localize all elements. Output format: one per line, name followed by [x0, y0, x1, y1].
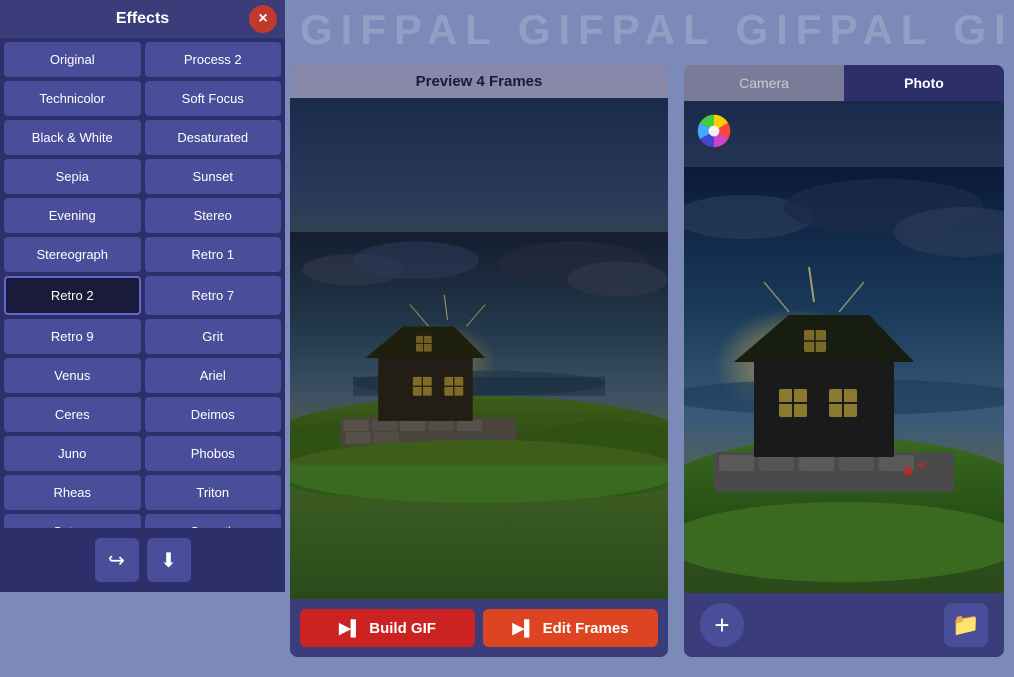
tab-camera[interactable]: Camera: [684, 65, 844, 101]
edit-frames-button[interactable]: ▶▌ Edit Frames: [483, 609, 658, 647]
open-folder-button[interactable]: 📁: [944, 603, 988, 647]
watermark-text: GIFPAL GIFPAL GIFPAL GIFPAL GIFPAL: [300, 6, 1014, 54]
effect-btn-retro9[interactable]: Retro 9: [4, 319, 141, 354]
effect-btn-technicolor[interactable]: Technicolor: [4, 81, 141, 116]
effect-btn-rheas[interactable]: Rheas: [4, 475, 141, 510]
effect-btn-original[interactable]: Original: [4, 42, 141, 77]
photo-footer: + 📁: [684, 593, 1004, 657]
folder-icon: 📁: [952, 612, 979, 638]
build-gif-button[interactable]: ▶▌ Build GIF: [300, 609, 475, 647]
effect-btn-retro2[interactable]: Retro 2: [4, 276, 141, 315]
effects-grid: OriginalProcess 2TechnicolorSoft FocusBl…: [0, 38, 285, 528]
effect-btn-stereo[interactable]: Stereo: [145, 198, 282, 233]
build-gif-label: Build GIF: [369, 620, 436, 637]
effects-panel: Effects × OriginalProcess 2TechnicolorSo…: [0, 0, 285, 592]
effect-btn-triton[interactable]: Triton: [145, 475, 282, 510]
preview-image: [290, 98, 668, 599]
close-button[interactable]: ×: [249, 5, 277, 33]
effect-btn-ariel[interactable]: Ariel: [145, 358, 282, 393]
effect-btn-process2[interactable]: Process 2: [145, 42, 282, 77]
effect-btn-stereograph[interactable]: Stereograph: [4, 237, 141, 272]
effects-title: Effects: [116, 10, 169, 27]
tab-photo[interactable]: Photo: [844, 65, 1004, 101]
share-button[interactable]: ↪: [95, 538, 139, 582]
photo-image: [684, 101, 1004, 593]
watermark: GIFPAL GIFPAL GIFPAL GIFPAL GIFPAL: [280, 0, 1014, 60]
effect-btn-retro7[interactable]: Retro 7: [145, 276, 282, 315]
effect-btn-ceres[interactable]: Ceres: [4, 397, 141, 432]
download-button[interactable]: ⬇: [147, 538, 191, 582]
effect-btn-retro1[interactable]: Retro 1: [145, 237, 282, 272]
effects-header: Effects ×: [0, 0, 285, 38]
main-content: Preview 4 Frames: [290, 65, 1004, 657]
photo-panel: Camera Photo: [684, 65, 1004, 657]
edit-frames-label: Edit Frames: [543, 620, 629, 637]
add-icon: +: [714, 610, 729, 641]
effect-btn-juno[interactable]: Juno: [4, 436, 141, 471]
preview-scene-svg: [290, 98, 668, 599]
effect-btn-saturn[interactable]: Saturn: [4, 514, 141, 528]
effect-btn-phobos[interactable]: Phobos: [145, 436, 282, 471]
preview-panel: Preview 4 Frames: [290, 65, 668, 657]
effects-scroll-area[interactable]: OriginalProcess 2TechnicolorSoft FocusBl…: [0, 38, 285, 528]
build-gif-icon: ▶▌: [339, 619, 361, 637]
effect-btn-grit[interactable]: Grit: [145, 319, 282, 354]
effect-btn-sunset[interactable]: Sunset: [145, 159, 282, 194]
effect-btn-sepia[interactable]: Sepia: [4, 159, 141, 194]
effect-btn-evening[interactable]: Evening: [4, 198, 141, 233]
effect-btn-desaturated[interactable]: Desaturated: [145, 120, 282, 155]
preview-footer: ▶▌ Build GIF ▶▌ Edit Frames: [290, 599, 668, 657]
preview-header: Preview 4 Frames: [290, 65, 668, 98]
effect-btn-smooth[interactable]: Smooth: [145, 514, 282, 528]
photo-scene-svg: [684, 101, 1004, 593]
effects-footer: ↪ ⬇: [0, 528, 285, 592]
photo-tabs: Camera Photo: [684, 65, 1004, 101]
add-photo-button[interactable]: +: [700, 603, 744, 647]
effect-btn-black-white[interactable]: Black & White: [4, 120, 141, 155]
effect-btn-soft-focus[interactable]: Soft Focus: [145, 81, 282, 116]
edit-frames-icon: ▶▌: [512, 619, 534, 637]
effect-btn-deimos[interactable]: Deimos: [145, 397, 282, 432]
effect-btn-venus[interactable]: Venus: [4, 358, 141, 393]
